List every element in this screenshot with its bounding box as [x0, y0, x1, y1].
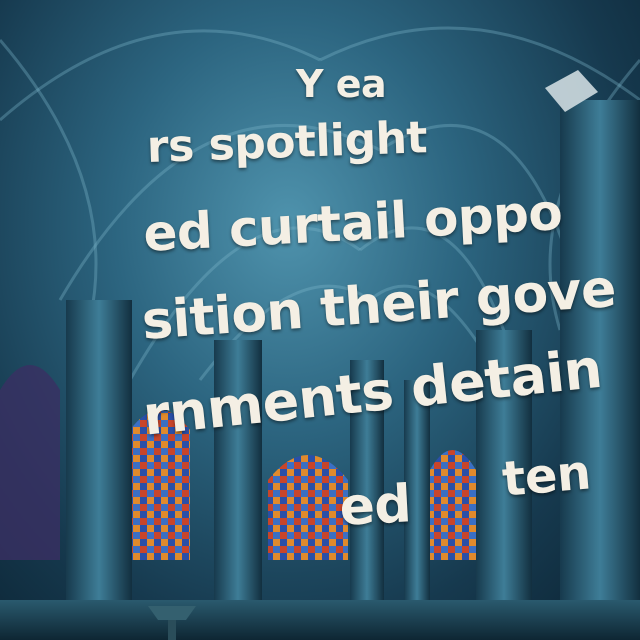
floor [0, 600, 640, 640]
caption-line-6b: ten [500, 444, 593, 508]
caption-line-2: rs spotlight [146, 112, 428, 173]
cathedral-scene: Y ea rs spotlight ed curtail oppo sition… [0, 0, 640, 640]
caption-line-1: Y ea [296, 62, 387, 106]
caption-line-6a: ed [338, 474, 413, 538]
